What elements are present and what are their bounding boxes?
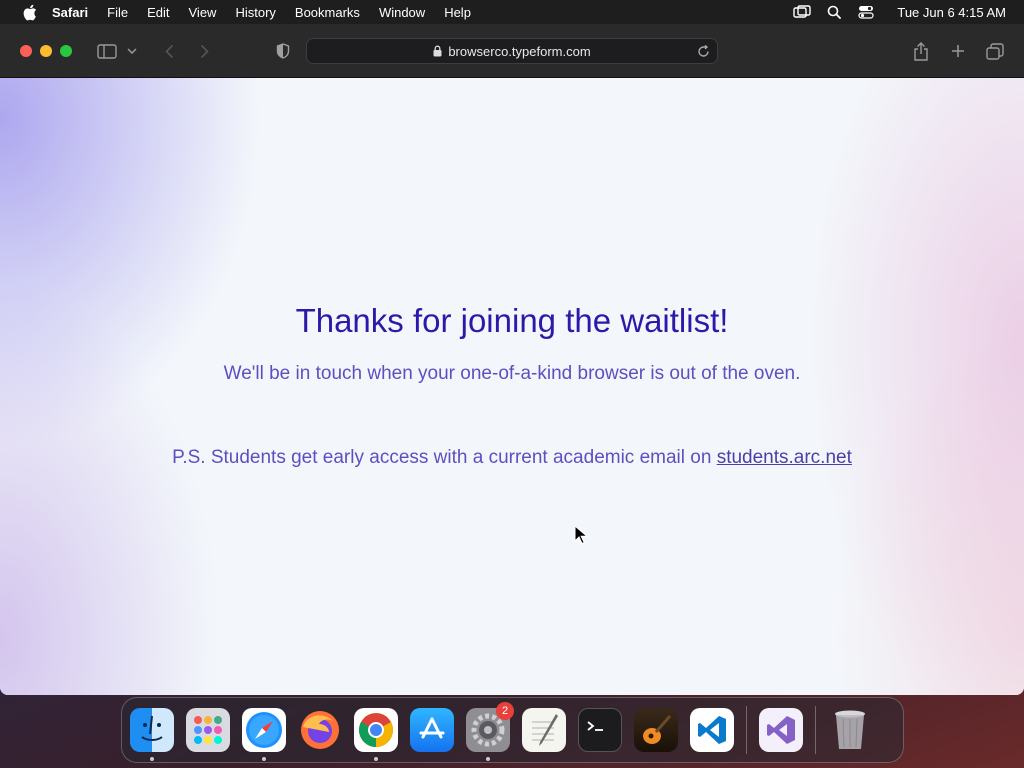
tab-group-chevron-down-icon[interactable] bbox=[125, 41, 139, 61]
lock-icon bbox=[433, 45, 442, 57]
dock-separator bbox=[746, 706, 747, 754]
back-chevron-icon[interactable] bbox=[158, 41, 180, 61]
chrome-running-indicator bbox=[374, 757, 378, 761]
dock-garageband[interactable] bbox=[634, 708, 678, 752]
apple-menu-icon[interactable] bbox=[18, 1, 40, 23]
privacy-shield-icon[interactable] bbox=[272, 41, 294, 61]
dock-firefox[interactable] bbox=[298, 708, 342, 752]
dock-separator-trash bbox=[815, 706, 816, 754]
launchpad-grid-icon bbox=[194, 716, 222, 744]
students-link[interactable]: students.arc.net bbox=[717, 447, 852, 468]
safari-window: browserco.typeform.com Thanks for joinin… bbox=[0, 24, 1024, 695]
ps-note: P.S. Students get early access with a cu… bbox=[0, 447, 1024, 469]
safari-running-indicator bbox=[262, 757, 266, 761]
app-store-icon bbox=[419, 717, 445, 739]
firefox-icon bbox=[301, 711, 339, 749]
spotlight-search-icon[interactable] bbox=[825, 4, 843, 20]
menu-view[interactable]: View bbox=[189, 5, 217, 20]
guitar-icon bbox=[643, 715, 672, 744]
dock-terminal[interactable] bbox=[578, 708, 622, 752]
trash-can-icon bbox=[835, 710, 865, 749]
dock-system-preferences[interactable]: 2 bbox=[466, 702, 514, 761]
finder-face-icon bbox=[141, 715, 163, 741]
dock-chrome[interactable] bbox=[354, 708, 398, 761]
ps-note-text: P.S. Students get early access with a cu… bbox=[172, 447, 717, 468]
control-center-icon[interactable] bbox=[857, 4, 875, 20]
dock-safari[interactable] bbox=[242, 708, 286, 761]
reload-icon[interactable] bbox=[695, 43, 711, 59]
menu-clock[interactable]: Tue Jun 6 4:15 AM bbox=[897, 5, 1006, 20]
browser-toolbar: browserco.typeform.com bbox=[0, 24, 1024, 78]
menu-file[interactable]: File bbox=[107, 5, 128, 20]
dock-textedit[interactable] bbox=[522, 708, 566, 752]
page-headline: Thanks for joining the waitlist! bbox=[295, 302, 729, 339]
zoom-window-button[interactable] bbox=[60, 44, 72, 57]
dock-launchpad[interactable] bbox=[186, 708, 230, 752]
dock-visual-studio[interactable] bbox=[759, 708, 803, 752]
notification-badge: 2 bbox=[496, 702, 514, 720]
menu-history[interactable]: History bbox=[235, 5, 275, 20]
system-preferences-running-indicator bbox=[486, 757, 490, 761]
screen-mirroring-icon[interactable] bbox=[793, 4, 812, 20]
forward-chevron-icon[interactable] bbox=[193, 41, 215, 61]
share-icon[interactable] bbox=[910, 41, 932, 61]
tab-overview-icon[interactable] bbox=[984, 41, 1006, 61]
vscode-icon bbox=[698, 716, 726, 744]
dock-vscode[interactable] bbox=[690, 708, 734, 752]
window-controls bbox=[20, 44, 72, 57]
menu-bookmarks[interactable]: Bookmarks bbox=[295, 5, 360, 20]
new-tab-plus-icon[interactable] bbox=[947, 41, 969, 61]
address-bar-url: browserco.typeform.com bbox=[448, 43, 591, 59]
safari-compass-icon bbox=[246, 712, 282, 748]
textedit-pen-icon bbox=[532, 714, 558, 746]
menu-window[interactable]: Window bbox=[379, 5, 425, 20]
menu-bar: Safari File Edit View History Bookmarks … bbox=[0, 0, 1024, 24]
close-window-button[interactable] bbox=[20, 44, 32, 57]
page-subline: We'll be in touch when your one-of-a-kin… bbox=[223, 363, 801, 384]
visual-studio-icon bbox=[767, 716, 795, 744]
menu-edit[interactable]: Edit bbox=[147, 5, 169, 20]
dock-finder[interactable] bbox=[130, 708, 174, 761]
finder-running-indicator bbox=[150, 757, 154, 761]
minimize-window-button[interactable] bbox=[40, 44, 52, 57]
web-page-content: Thanks for joining the waitlist! We'll b… bbox=[0, 78, 1024, 695]
dock: 2 bbox=[121, 697, 904, 763]
menu-help[interactable]: Help bbox=[444, 5, 471, 20]
dock-app-store[interactable] bbox=[410, 708, 454, 752]
dock-trash[interactable] bbox=[828, 708, 872, 752]
sidebar-toggle-icon[interactable] bbox=[96, 41, 118, 61]
chrome-icon bbox=[359, 713, 393, 747]
menu-app-safari[interactable]: Safari bbox=[52, 5, 88, 20]
mouse-pointer-icon bbox=[574, 525, 588, 545]
terminal-prompt-icon bbox=[587, 721, 603, 731]
address-bar[interactable]: browserco.typeform.com bbox=[306, 38, 718, 64]
